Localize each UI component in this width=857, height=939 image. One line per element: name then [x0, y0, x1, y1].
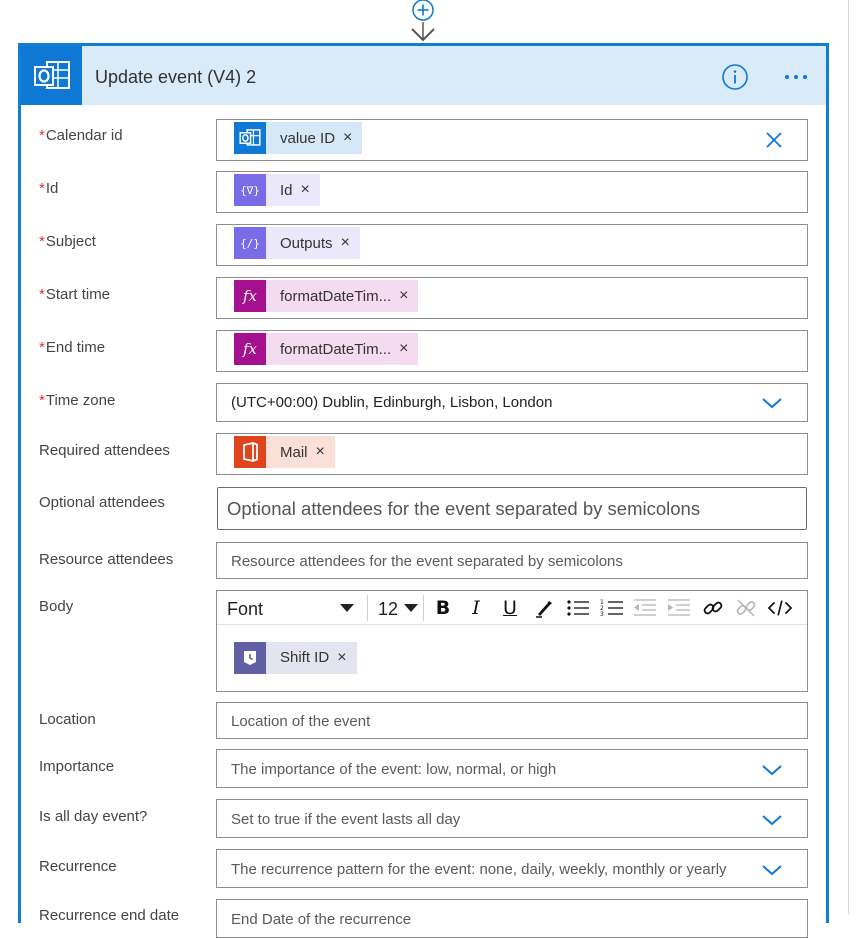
body-label: Body	[39, 598, 74, 615]
outlook-icon	[21, 46, 82, 105]
calendar-id-field[interactable]: value ID ×	[216, 119, 808, 161]
calendar-id-token[interactable]: value ID ×	[234, 122, 363, 154]
time-zone-dropdown[interactable]: (UTC+00:00) Dublin, Edinburgh, Lisbon, L…	[216, 383, 808, 422]
ellipsis-icon	[785, 75, 789, 79]
link-icon[interactable]	[701, 597, 725, 619]
resource-attendees-label: Resource attendees	[39, 551, 174, 568]
end-time-token[interactable]: fx formatDateTim... ×	[234, 333, 419, 365]
underline-icon[interactable]: U	[498, 597, 522, 619]
italic-icon[interactable]: I	[464, 597, 488, 619]
is-all-day-dropdown[interactable]: Set to true if the event lasts all day	[216, 799, 808, 838]
chevron-down-icon[interactable]	[761, 863, 783, 877]
remove-token-icon[interactable]: ×	[341, 234, 360, 252]
insert-step-button[interactable]	[410, 0, 436, 22]
id-label: *Id	[39, 180, 59, 197]
location-input[interactable]: Location of the event	[216, 702, 808, 739]
start-time-token[interactable]: fx formatDateTim... ×	[234, 280, 419, 312]
remove-token-icon[interactable]: ×	[301, 181, 320, 199]
bold-icon[interactable]: B	[431, 597, 455, 619]
recurrence-end-label: Recurrence end date	[39, 907, 180, 924]
required-attendees-token[interactable]: Mail ×	[234, 436, 335, 468]
subject-field[interactable]: {∕} Outputs ×	[216, 224, 808, 266]
office-icon	[234, 436, 266, 468]
remove-token-icon[interactable]: ×	[399, 340, 418, 358]
subject-label: *Subject	[39, 233, 96, 250]
optional-attendees-label: Optional attendees	[39, 494, 165, 511]
increase-indent-icon	[667, 597, 691, 619]
clear-field-icon[interactable]	[765, 131, 783, 149]
chevron-down-icon[interactable]	[761, 396, 783, 410]
importance-dropdown[interactable]: The importance of the event: low, normal…	[216, 749, 808, 788]
font-size-select[interactable]: 12	[378, 599, 398, 620]
card-title: Update event (V4) 2	[95, 67, 257, 87]
subject-token[interactable]: {∕} Outputs ×	[234, 227, 360, 259]
decrease-indent-icon	[633, 597, 657, 619]
required-attendees-label: Required attendees	[39, 442, 170, 459]
calendar-id-label: *Calendar id	[39, 127, 123, 144]
highlight-icon[interactable]	[532, 597, 556, 619]
canvas-divider	[848, 0, 849, 914]
body-token[interactable]: Shift ID ×	[234, 642, 357, 674]
info-icon	[722, 64, 748, 90]
optional-attendees-input[interactable]: Optional attendees for the event separat…	[217, 487, 807, 530]
start-time-field[interactable]: fx formatDateTim... ×	[216, 277, 808, 319]
unlink-icon	[734, 597, 758, 619]
expression-icon: fx	[234, 333, 266, 365]
font-family-select[interactable]: Font	[227, 599, 263, 620]
card-header[interactable]: Update event (V4) 2	[21, 46, 826, 105]
remove-token-icon[interactable]: ×	[343, 129, 362, 147]
remove-token-icon[interactable]: ×	[399, 287, 418, 305]
variable-icon: {∇}	[234, 174, 266, 206]
remove-token-icon[interactable]: ×	[337, 642, 357, 674]
more-options-button[interactable]	[779, 63, 813, 91]
editor-toolbar: Font 12 B I U 123	[217, 591, 807, 625]
id-token[interactable]: {∇} Id ×	[234, 174, 320, 206]
importance-label: Importance	[39, 758, 115, 775]
shifts-icon	[234, 642, 266, 674]
body-editor[interactable]: Font 12 B I U 123 Shift ID ×	[216, 590, 808, 692]
compose-icon: {∕}	[234, 227, 266, 259]
svg-text:3: 3	[600, 611, 604, 618]
bullet-list-icon[interactable]	[566, 597, 590, 619]
recurrence-dropdown[interactable]: The recurrence pattern for the event: no…	[216, 849, 808, 888]
info-button[interactable]	[721, 63, 749, 91]
plus-circle-icon	[412, 0, 434, 21]
id-field[interactable]: {∇} Id ×	[216, 171, 808, 213]
outlook-token-icon	[234, 122, 266, 154]
resource-attendees-input[interactable]: Resource attendees for the event separat…	[216, 542, 808, 579]
action-card: Update event (V4) 2 *Calendar id value I…	[18, 43, 829, 938]
chevron-down-icon[interactable]	[761, 813, 783, 827]
end-time-label: *End time	[39, 339, 106, 356]
recurrence-label: Recurrence	[39, 858, 117, 875]
required-attendees-field[interactable]: Mail ×	[216, 433, 808, 475]
remove-token-icon[interactable]: ×	[316, 443, 335, 461]
caret-down-icon[interactable]	[404, 604, 418, 613]
recurrence-end-input[interactable]: End Date of the recurrence	[216, 899, 808, 938]
location-label: Location	[39, 711, 96, 728]
expression-icon: fx	[234, 280, 266, 312]
start-time-label: *Start time	[39, 286, 111, 303]
end-time-field[interactable]: fx formatDateTim... ×	[216, 330, 808, 372]
caret-down-icon[interactable]	[340, 604, 354, 613]
code-view-icon[interactable]	[768, 597, 792, 619]
is-all-day-label: Is all day event?	[39, 808, 148, 825]
time-zone-label: *Time zone	[39, 392, 116, 409]
chevron-down-icon[interactable]	[761, 763, 783, 777]
numbered-list-icon[interactable]: 123	[600, 597, 624, 619]
